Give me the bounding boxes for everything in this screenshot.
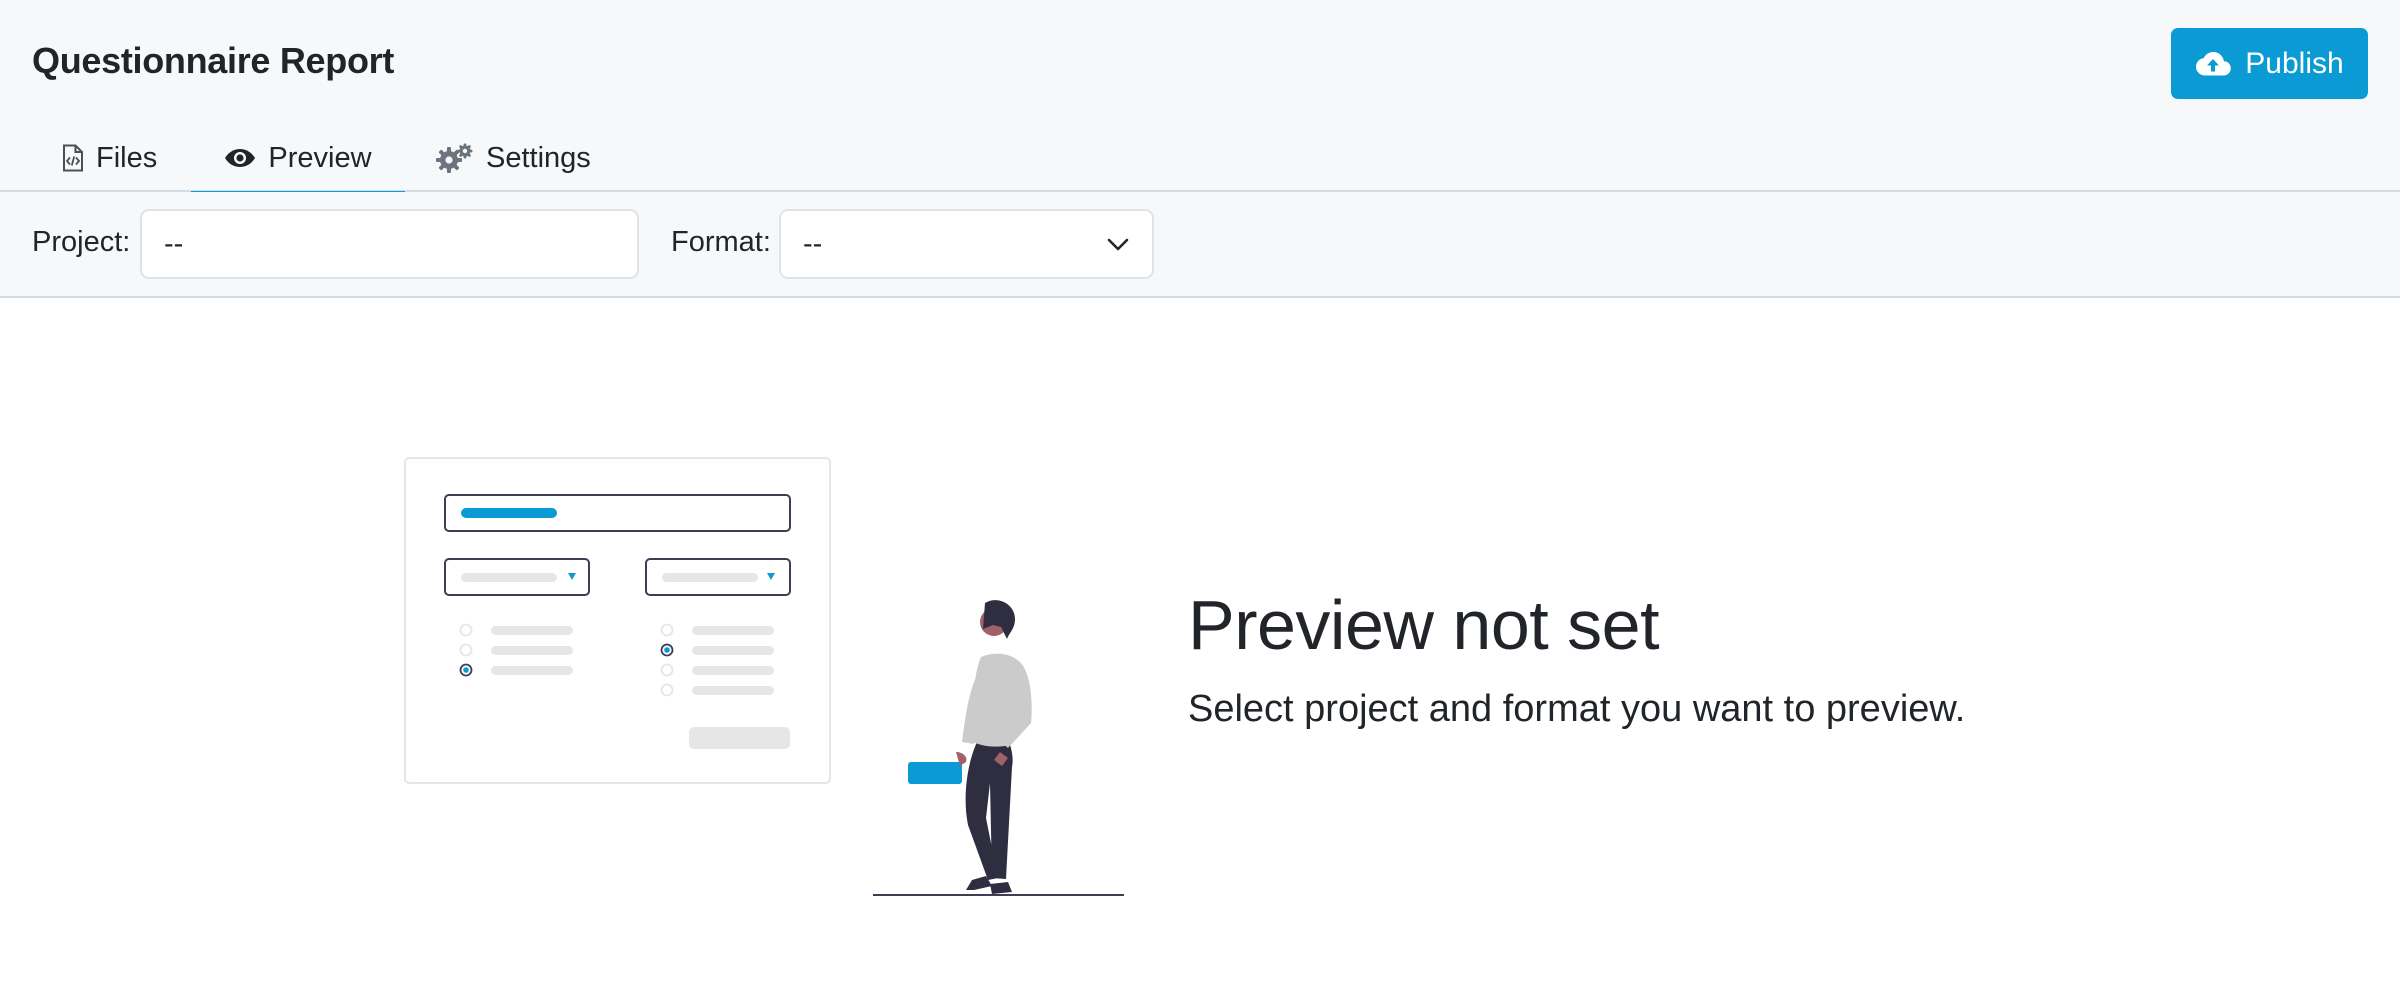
tab-settings-label: Settings: [486, 141, 591, 174]
eye-icon: [225, 149, 256, 167]
empty-state-illustration: [404, 457, 1124, 896]
cloud-upload-icon: [2196, 51, 2232, 75]
filter-toolbar: Project: Format: --: [0, 192, 2400, 298]
gears-icon: [436, 143, 473, 173]
page-header: Questionnaire Report Publish Files Previ…: [0, 0, 2400, 195]
format-label: Format:: [671, 226, 771, 258]
project-input[interactable]: [140, 209, 639, 279]
chevron-down-icon: [1107, 238, 1129, 251]
file-code-icon: [63, 144, 83, 172]
empty-state-message: Select project and format you want to pr…: [1188, 688, 1966, 730]
tab-preview[interactable]: Preview: [191, 124, 405, 195]
publish-button-label: Publish: [2245, 46, 2344, 80]
tab-files[interactable]: Files: [62, 124, 157, 192]
tab-preview-label: Preview: [268, 141, 372, 174]
publish-button[interactable]: Publish: [2171, 28, 2368, 99]
project-label: Project:: [32, 226, 131, 258]
format-select[interactable]: --: [779, 209, 1154, 279]
person-figure: [873, 600, 1124, 896]
tab-settings[interactable]: Settings: [436, 124, 591, 192]
page-title: Questionnaire Report: [32, 40, 395, 81]
format-select-value: --: [803, 227, 823, 260]
empty-state-title: Preview not set: [1188, 586, 1660, 664]
tab-files-label: Files: [96, 141, 158, 174]
form-mockup-card: [404, 457, 831, 784]
